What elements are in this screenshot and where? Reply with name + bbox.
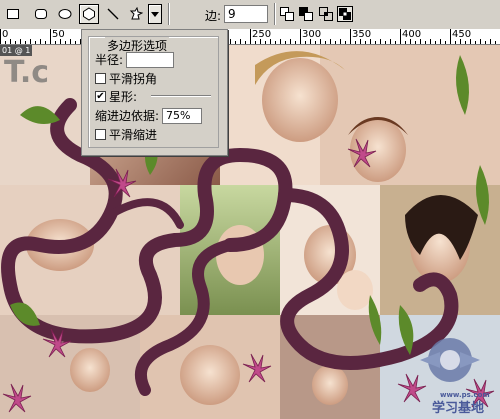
ruler-ticks [0, 29, 496, 44]
ellipse-tool-icon [58, 9, 72, 19]
radius-input[interactable] [126, 51, 175, 68]
polygon-options-group: 多边形选项 半径: 平滑拐角 ✔ 星形: 缩进边依据: 平滑缩进 [88, 36, 219, 148]
add-mode-button[interactable] [279, 6, 295, 22]
face-baby [312, 365, 348, 405]
star-row[interactable]: ✔ 星形: [95, 88, 137, 105]
watermark-url: www.ps.com [440, 391, 490, 399]
rectangle-tool-icon [7, 9, 19, 19]
polygon-options-panel: 多边形选项 半径: 平滑拐角 ✔ 星形: 缩进边依据: 平滑缩进 [81, 29, 228, 156]
indent-label: 缩进边依据: [95, 109, 160, 123]
polygon-tool-button[interactable] [79, 4, 99, 24]
radius-label: 半径: [95, 53, 124, 67]
add-mode-icon [280, 7, 294, 21]
indent-row: 缩进边依据: [95, 107, 203, 124]
line-tool-button[interactable] [103, 4, 123, 24]
photo-tile [320, 45, 500, 185]
horizontal-ruler: 0 50 250 300 350 400 450 [0, 29, 500, 45]
sides-input[interactable] [224, 5, 268, 23]
geometry-options-dropdown[interactable] [148, 4, 162, 24]
face-baby [70, 348, 110, 392]
intersect-mode-button[interactable] [318, 6, 334, 22]
subtract-mode-icon [299, 7, 313, 21]
face-woman [180, 345, 240, 405]
intersect-mode-icon [319, 7, 333, 21]
brand-fragment: T.c [4, 55, 50, 90]
smooth-corners-checkbox[interactable] [95, 73, 106, 84]
rounded-rectangle-tool-button[interactable] [31, 4, 51, 24]
star-label: 星形: [109, 90, 138, 104]
line-tool-icon [107, 8, 119, 20]
face-child [350, 118, 406, 182]
exclude-mode-icon [339, 8, 351, 20]
options-toolbar: 边: [0, 0, 500, 30]
exclude-mode-button[interactable] [337, 6, 353, 22]
indent-input[interactable] [162, 107, 203, 124]
chevron-down-icon [151, 12, 159, 17]
rectangle-tool-button[interactable] [3, 4, 23, 24]
polygon-tool-icon [83, 7, 95, 21]
smooth-corners-row[interactable]: 平滑拐角 [95, 70, 157, 87]
radius-row: 半径: [95, 51, 175, 68]
document-canvas[interactable]: 01 @ 1 T.c 学习基地 www.ps.com [0, 45, 500, 419]
toolbar-divider [274, 3, 276, 25]
ellipse-tool-button[interactable] [55, 4, 75, 24]
collage-artwork [0, 45, 500, 419]
watermark-text: 学习基地 [432, 401, 485, 416]
face-woman [262, 58, 338, 142]
custom-shape-tool-button[interactable] [126, 4, 146, 24]
smooth-indents-checkbox[interactable] [95, 129, 106, 140]
smooth-corners-label: 平滑拐角 [109, 72, 158, 86]
sides-label: 边: [205, 9, 222, 23]
smooth-indents-row[interactable]: 平滑缩进 [95, 126, 157, 143]
star-checkbox[interactable]: ✔ [95, 91, 106, 102]
separator-line [151, 95, 211, 97]
custom-shape-tool-icon [129, 7, 143, 20]
subtract-mode-button[interactable] [298, 6, 314, 22]
toolbar-divider [168, 3, 170, 25]
rounded-rectangle-tool-icon [35, 9, 47, 19]
smooth-indents-label: 平滑缩进 [109, 128, 158, 142]
